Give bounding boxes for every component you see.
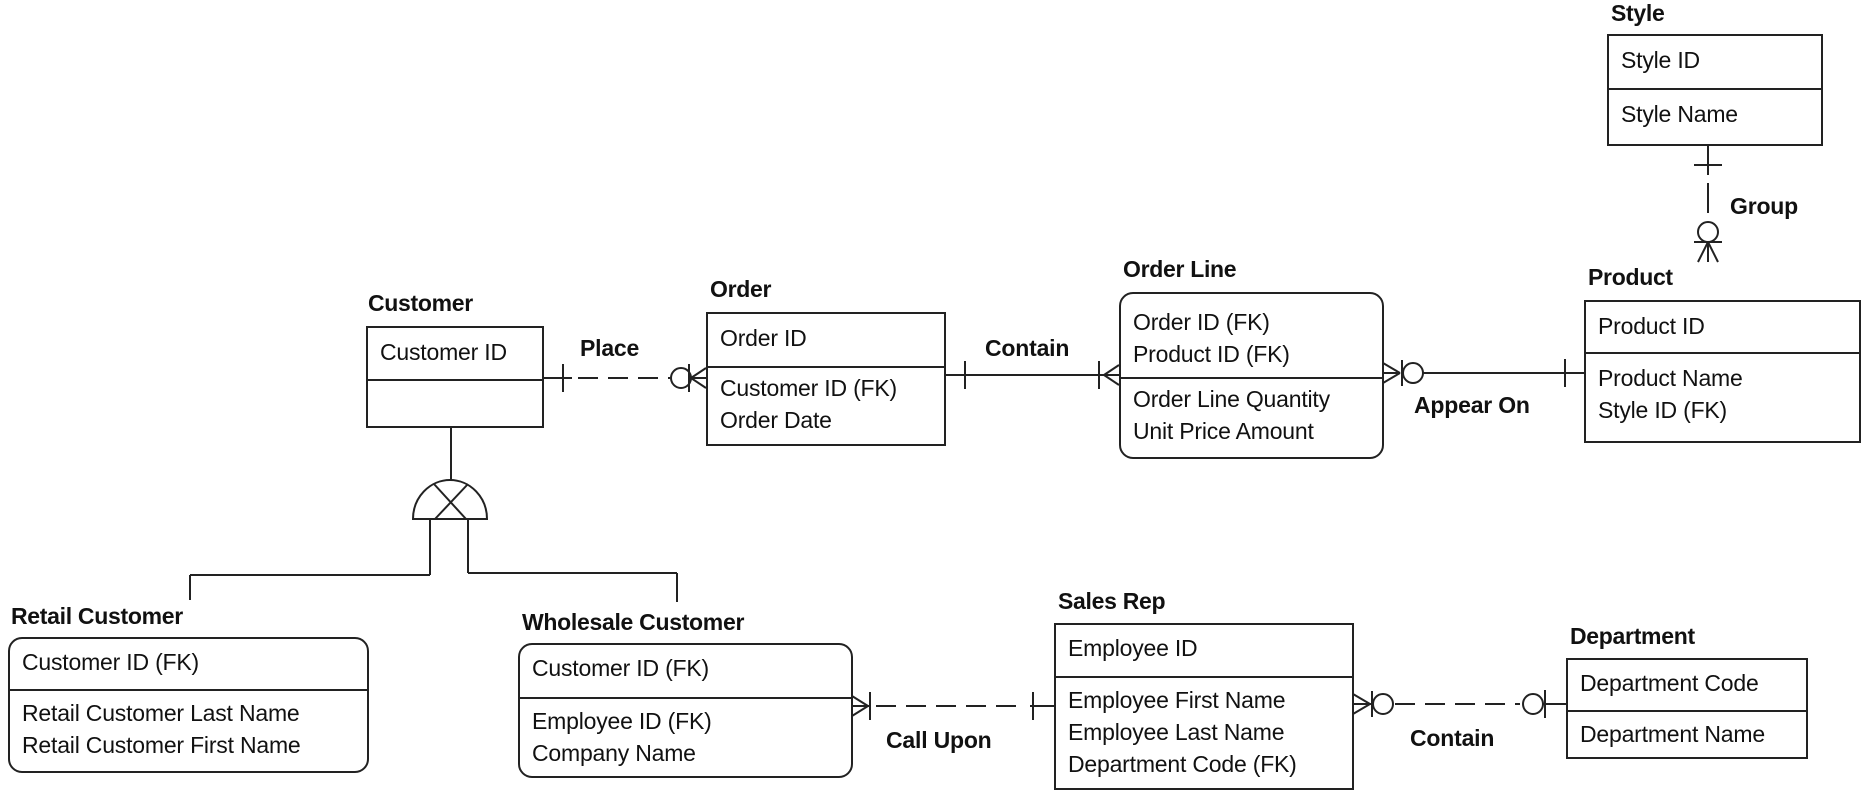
attribute: Order Date	[720, 407, 832, 433]
attribute: Unit Price Amount	[1133, 418, 1314, 444]
entity-title-customer: Customer	[368, 290, 473, 316]
entity-wholesale-customer[interactable]: Customer ID (FK) Employee ID (FK) Compan…	[518, 643, 853, 778]
attribute: Retail Customer First Name	[22, 732, 301, 758]
contain-dept-connector	[1352, 690, 1566, 718]
key-attribute: Product ID (FK)	[1133, 341, 1290, 367]
entity-customer[interactable]: Customer ID	[366, 326, 544, 428]
key-section: Department Code	[1568, 660, 1806, 712]
attribute-section: Customer ID (FK) Order Date	[708, 368, 944, 436]
entity-title-sales-rep: Sales Rep	[1058, 588, 1166, 614]
group-connector	[1694, 145, 1722, 263]
attribute: Employee Last Name	[1068, 719, 1285, 745]
attribute-section: Retail Customer Last Name Retail Custome…	[10, 691, 367, 761]
attribute-section: Product Name Style ID (FK)	[1586, 354, 1859, 426]
key-attribute: Department Code	[1580, 670, 1759, 696]
key-section: Customer ID (FK)	[520, 645, 851, 699]
key-section: Product ID	[1586, 302, 1859, 354]
key-attribute: Customer ID (FK)	[22, 649, 199, 675]
attribute: Order Line Quantity	[1133, 386, 1330, 412]
attribute: Department Code (FK)	[1068, 751, 1297, 777]
key-attribute: Customer ID	[380, 339, 507, 365]
entity-title-order-line: Order Line	[1123, 256, 1237, 282]
attribute: Employee ID (FK)	[532, 708, 712, 734]
exclusive-subtype-symbol	[411, 479, 489, 520]
entity-order[interactable]: Order ID Customer ID (FK) Order Date	[706, 312, 946, 446]
attribute: Product Name	[1598, 365, 1743, 391]
key-section: Customer ID	[368, 328, 542, 381]
subtype-connector	[189, 427, 678, 602]
key-section: Order ID	[708, 314, 944, 368]
entity-retail-customer[interactable]: Customer ID (FK) Retail Customer Last Na…	[8, 637, 369, 773]
entity-title-wholesale-customer: Wholesale Customer	[522, 609, 745, 635]
key-section: Style ID	[1609, 36, 1821, 90]
attribute: Company Name	[532, 740, 696, 766]
relationship-label-appear-on: Appear On	[1414, 392, 1530, 418]
key-section: Order ID (FK) Product ID (FK)	[1121, 294, 1382, 379]
key-section: Employee ID	[1056, 625, 1352, 678]
entity-product[interactable]: Product ID Product Name Style ID (FK)	[1584, 300, 1861, 443]
key-attribute: Customer ID (FK)	[532, 655, 709, 681]
key-section: Customer ID (FK)	[10, 639, 367, 691]
entity-title-order: Order	[710, 276, 772, 302]
attribute: Retail Customer Last Name	[22, 700, 300, 726]
attribute: Customer ID (FK)	[720, 375, 897, 401]
call-upon-connector	[851, 692, 1054, 720]
attribute-section: Employee ID (FK) Company Name	[520, 699, 851, 769]
key-attribute: Employee ID	[1068, 635, 1198, 661]
relationship-label-group: Group	[1730, 193, 1798, 219]
entity-department[interactable]: Department Code Department Name	[1566, 658, 1808, 759]
attribute-section: Employee First Name Employee Last Name D…	[1056, 678, 1352, 780]
entity-title-department: Department	[1570, 623, 1695, 649]
contain-order-connector	[945, 361, 1120, 389]
entity-title-style: Style	[1611, 0, 1665, 26]
relationship-label-contain-dept: Contain	[1410, 725, 1495, 751]
relationship-label-place: Place	[580, 335, 640, 361]
attribute-section: Style Name	[1609, 90, 1821, 130]
appear-on-connector	[1382, 359, 1584, 387]
relationship-label-contain-order: Contain	[985, 335, 1070, 361]
key-attribute: Style ID	[1621, 47, 1700, 73]
attribute-section: Order Line Quantity Unit Price Amount	[1121, 379, 1382, 447]
attribute: Style ID (FK)	[1598, 397, 1728, 423]
attribute: Department Name	[1580, 721, 1765, 747]
entity-title-retail-customer: Retail Customer	[11, 603, 183, 629]
relationship-label-call-upon: Call Upon	[886, 727, 992, 753]
entity-sales-rep[interactable]: Employee ID Employee First Name Employee…	[1054, 623, 1354, 790]
entity-style[interactable]: Style ID Style Name	[1607, 34, 1823, 146]
key-attribute: Product ID	[1598, 313, 1705, 339]
entity-title-product: Product	[1588, 264, 1673, 290]
place-connector	[543, 364, 707, 392]
key-attribute: Order ID	[720, 325, 807, 351]
attribute: Style Name	[1621, 101, 1738, 127]
key-attribute: Order ID (FK)	[1133, 309, 1270, 335]
attribute: Employee First Name	[1068, 687, 1286, 713]
attribute-section: Department Name	[1568, 712, 1806, 750]
entity-order-line[interactable]: Order ID (FK) Product ID (FK) Order Line…	[1119, 292, 1384, 459]
